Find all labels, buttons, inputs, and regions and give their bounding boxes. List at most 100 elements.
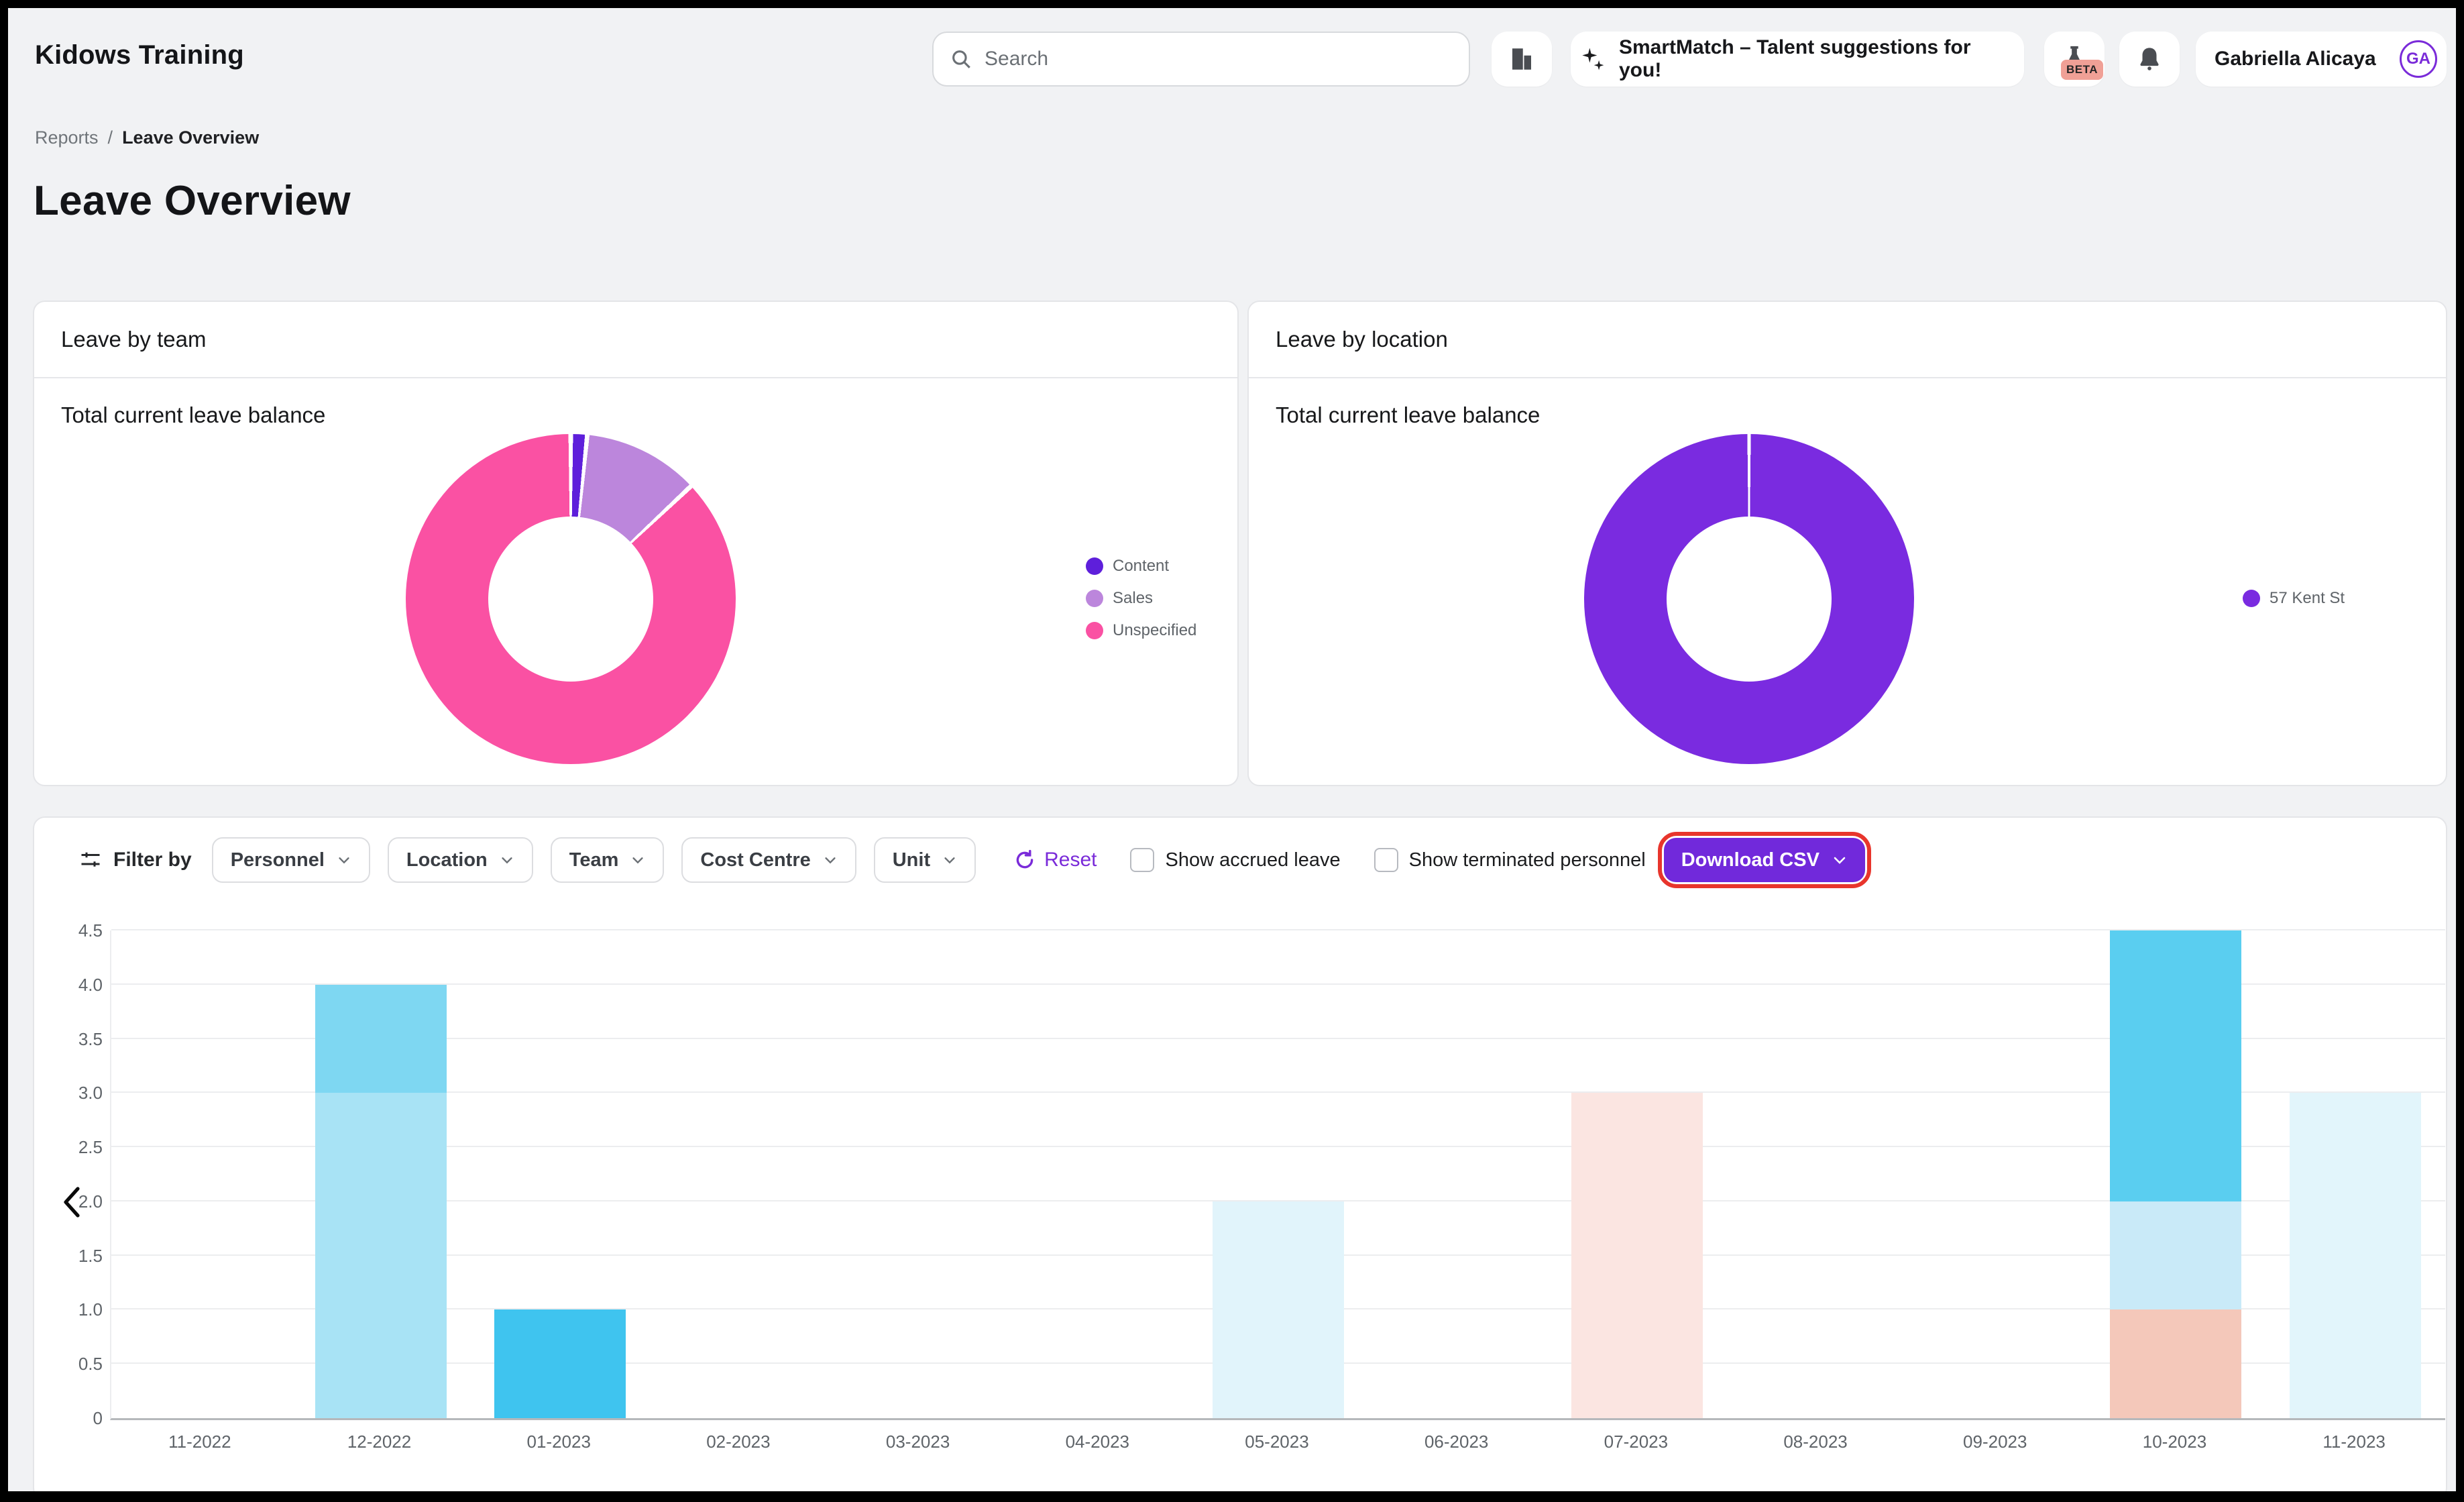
search-bar[interactable]: [932, 32, 1470, 87]
legend-dot: [2243, 590, 2260, 607]
location-subtitle: Total current leave balance: [1276, 403, 1540, 428]
breadcrumb-separator: /: [108, 127, 113, 148]
breadcrumb-reports[interactable]: Reports: [35, 127, 99, 148]
filter-by-label: Filter by: [113, 849, 192, 871]
labs-button[interactable]: BETA: [2044, 32, 2105, 87]
filter-chip-unit[interactable]: Unit: [874, 837, 976, 883]
leave-by-location-title: Leave by location: [1249, 302, 2446, 378]
download-csv-button[interactable]: Download CSV: [1664, 838, 1865, 882]
filter-chip-label: Team: [569, 849, 619, 871]
x-tick-label: 11-2022: [110, 1432, 290, 1452]
user-menu[interactable]: Gabriella Alicaya GA: [2196, 32, 2447, 87]
location-donut-chart: [1584, 434, 1914, 764]
x-tick-label: 12-2022: [290, 1432, 469, 1452]
y-tick-label: 2.5: [42, 1137, 103, 1158]
sliders-icon: [78, 848, 103, 872]
sparkles-icon: [1577, 44, 1607, 74]
checkbox-label: Show terminated personnel: [1409, 849, 1646, 871]
user-name: Gabriella Alicaya: [2215, 48, 2376, 70]
legend-item: Unspecified: [1086, 621, 1196, 640]
checkbox[interactable]: [1130, 848, 1154, 872]
download-csv-label: Download CSV: [1681, 849, 1819, 871]
legend-label: Content: [1113, 557, 1169, 576]
filter-bar: Filter by Personnel Location Team Cost Cent…: [78, 837, 2419, 883]
breadcrumb: Reports / Leave Overview: [35, 127, 259, 148]
filter-chip-label: Personnel: [231, 849, 325, 871]
download-csv-highlight-ring: Download CSV: [1658, 832, 1871, 888]
bar-segment: [2290, 1093, 2421, 1418]
y-tick-label: 1.0: [42, 1299, 103, 1320]
checkbox-label: Show accrued leave: [1165, 849, 1340, 871]
y-tick-label: 3.5: [42, 1029, 103, 1050]
reset-icon: [1013, 849, 1036, 871]
x-tick-label: 07-2023: [1547, 1432, 1726, 1452]
bar-segment: [315, 1093, 447, 1418]
legend-dot: [1086, 590, 1103, 607]
bar-segment: [2110, 1201, 2241, 1310]
chevron-left-icon[interactable]: [58, 1183, 90, 1221]
chevron-down-icon: [630, 853, 645, 867]
filter-chip-team[interactable]: Team: [551, 837, 665, 883]
checkbox-group-show-accrued-leave: Show accrued leave: [1130, 848, 1340, 872]
x-tick-label: 01-2023: [469, 1432, 649, 1452]
x-tick-label: 11-2023: [2264, 1432, 2444, 1452]
chevron-down-icon: [942, 853, 957, 867]
legend-item: Content: [1086, 557, 1196, 576]
breadcrumb-current: Leave Overview: [122, 127, 259, 148]
x-tick-label: 02-2023: [649, 1432, 828, 1452]
building-icon: [1508, 45, 1536, 73]
team-subtitle: Total current leave balance: [61, 403, 325, 428]
legend-item: 57 Kent St: [2243, 589, 2345, 608]
filter-chips: Personnel Location Team Cost Centre Unit: [212, 837, 976, 883]
leave-by-team-card: Leave by team Total current leave balanc…: [33, 301, 1239, 786]
search-input[interactable]: [983, 47, 1453, 71]
location-legend: 57 Kent St: [2243, 589, 2345, 608]
smartmatch-button[interactable]: SmartMatch – Talent suggestions for you!: [1571, 32, 2024, 87]
leave-by-team-title: Leave by team: [34, 302, 1237, 378]
chevron-down-icon: [823, 853, 838, 867]
bar-12-2022: [315, 930, 447, 1418]
legend-label: 57 Kent St: [2270, 589, 2345, 608]
avatar: GA: [2400, 40, 2437, 78]
organisation-button[interactable]: [1492, 32, 1552, 87]
beta-badge: BETA: [2061, 60, 2103, 80]
team-donut-chart: [406, 434, 736, 764]
x-tick-label: 08-2023: [1726, 1432, 1905, 1452]
app-page: Kidows Training SmartMatch – Talent sugg…: [8, 8, 2456, 1491]
bar-10-2023: [2110, 930, 2241, 1418]
x-tick-label: 04-2023: [1007, 1432, 1187, 1452]
leave-chart-card: Filter by Personnel Location Team Cost Cent…: [33, 816, 2447, 1491]
y-tick-label: 4.5: [42, 920, 103, 941]
leave-by-location-card: Leave by location Total current leave ba…: [1247, 301, 2447, 786]
legend-dot: [1086, 622, 1103, 639]
filter-chip-cost-centre[interactable]: Cost Centre: [681, 837, 856, 883]
bar-07-2023: [1571, 930, 1703, 1418]
bar-segment: [1571, 1093, 1703, 1418]
filter-chip-personnel[interactable]: Personnel: [212, 837, 370, 883]
notifications-button[interactable]: [2119, 32, 2180, 87]
bar-segment: [494, 1309, 626, 1418]
x-tick-label: 10-2023: [2085, 1432, 2265, 1452]
x-tick-label: 05-2023: [1187, 1432, 1367, 1452]
checkbox-groups: Show accrued leave Show terminated person…: [1097, 848, 1645, 872]
filter-chip-location[interactable]: Location: [388, 837, 533, 883]
bar-segment: [315, 985, 447, 1093]
filter-chip-label: Unit: [893, 849, 930, 871]
reset-button[interactable]: Reset: [1013, 849, 1097, 871]
bar-segment: [2110, 930, 2241, 1201]
checkbox[interactable]: [1374, 848, 1398, 872]
bell-icon: [2135, 45, 2164, 73]
bar-11-2023: [2290, 930, 2421, 1418]
bar-05-2023: [1213, 930, 1344, 1418]
x-tick-label: 03-2023: [828, 1432, 1008, 1452]
smartmatch-label: SmartMatch – Talent suggestions for you!: [1619, 36, 2017, 82]
chevron-down-icon: [1832, 852, 1848, 868]
legend-label: Unspecified: [1113, 621, 1196, 640]
leave-bar-chart: [110, 930, 2445, 1420]
team-legend: ContentSalesUnspecified: [1086, 557, 1196, 640]
bar-segment: [1213, 1201, 1344, 1418]
reset-label: Reset: [1044, 849, 1097, 871]
filter-chip-label: Location: [406, 849, 488, 871]
page-title: Leave Overview: [34, 177, 351, 225]
y-tick-label: 0: [42, 1408, 103, 1429]
